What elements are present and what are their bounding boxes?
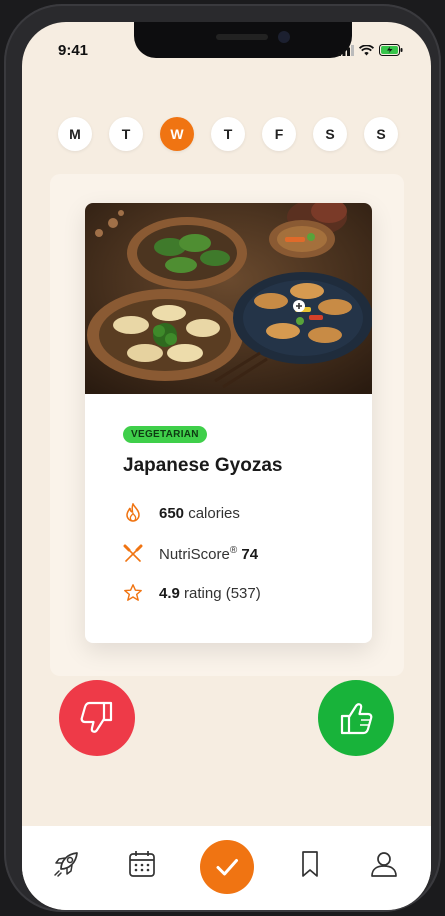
front-camera xyxy=(278,31,290,43)
rating-text: 4.9 rating (537) xyxy=(159,585,261,602)
thumbs-down-icon xyxy=(80,701,113,733)
tab-profile[interactable] xyxy=(364,844,404,884)
weekday-selector: M T W T F S S xyxy=(58,117,398,151)
nutriscore-row: NutriScore® 74 xyxy=(123,544,258,564)
nutriscore-text: NutriScore® 74 xyxy=(159,545,258,563)
calories-text: 650 calories xyxy=(159,505,240,522)
tab-saved[interactable] xyxy=(290,844,330,884)
star-icon xyxy=(123,583,143,603)
utensils-icon xyxy=(123,544,143,564)
phone-frame: 9:41 M T W T F S S VEGETARIAN Japanese G… xyxy=(4,4,441,912)
thumbs-up-icon xyxy=(340,703,373,735)
app-screen: 9:41 M T W T F S S VEGETARIAN Japanese G… xyxy=(22,22,431,910)
day-thursday[interactable]: T xyxy=(211,117,245,151)
registered-mark: ® xyxy=(229,545,238,556)
profile-icon xyxy=(371,852,397,877)
notch xyxy=(134,22,352,58)
rating-value: 4.9 xyxy=(159,584,180,602)
calories-row: 650 calories xyxy=(123,503,240,523)
battery-icon xyxy=(379,44,403,56)
tab-calendar[interactable] xyxy=(122,844,162,884)
flame-icon xyxy=(123,503,143,523)
day-saturday[interactable]: S xyxy=(313,117,347,151)
bottom-tab-bar xyxy=(22,826,431,910)
bookmark-icon xyxy=(302,851,318,877)
calendar-icon xyxy=(129,851,155,877)
wifi-icon xyxy=(359,44,374,55)
nutriscore-value: 74 xyxy=(241,546,259,563)
status-time: 9:41 xyxy=(58,42,89,59)
day-monday[interactable]: M xyxy=(58,117,92,151)
recipe-photo xyxy=(85,203,372,394)
recipe-card[interactable]: VEGETARIAN Japanese Gyozas 650 calories xyxy=(85,203,372,643)
rating-row: 4.9 rating (537) xyxy=(123,583,261,603)
rocket-icon xyxy=(54,852,78,877)
tab-check[interactable] xyxy=(200,840,254,894)
day-wednesday-selected[interactable]: W xyxy=(160,117,194,151)
check-icon xyxy=(216,859,238,876)
signal-icon xyxy=(338,44,354,56)
status-icons xyxy=(338,44,403,56)
day-tuesday[interactable]: T xyxy=(109,117,143,151)
recipe-title: Japanese Gyozas xyxy=(123,455,283,476)
like-button[interactable] xyxy=(318,680,394,756)
calories-value: 650 xyxy=(159,504,185,522)
day-sunday[interactable]: S xyxy=(364,117,398,151)
day-friday[interactable]: F xyxy=(262,117,296,151)
nutriscore-label: NutriScore xyxy=(159,546,230,563)
speaker xyxy=(216,34,268,40)
dislike-button[interactable] xyxy=(59,680,135,756)
diet-tag: VEGETARIAN xyxy=(123,426,207,443)
tab-discover[interactable] xyxy=(46,844,86,884)
rating-label: rating (537) xyxy=(184,584,261,602)
calories-label: calories xyxy=(188,504,240,522)
